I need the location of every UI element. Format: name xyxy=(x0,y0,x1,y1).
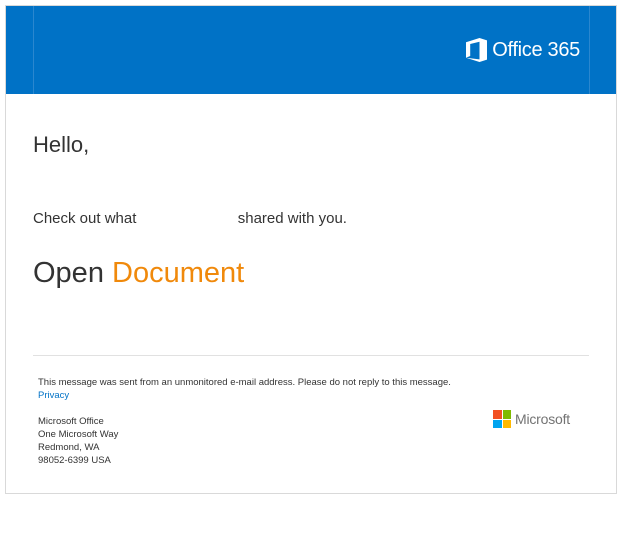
ms-square-yellow xyxy=(502,419,511,428)
share-suffix: shared with you. xyxy=(237,210,347,227)
microsoft-wordmark: Microsoft xyxy=(515,411,570,427)
open-word: Open xyxy=(33,257,104,289)
greeting: Hello, xyxy=(33,132,90,157)
microsoft-squares-icon xyxy=(493,410,511,428)
ms-square-green xyxy=(502,410,511,419)
ms-square-red xyxy=(493,410,502,419)
share-message: Check out what shared with you. xyxy=(33,209,347,229)
office-logo-icon xyxy=(466,38,488,62)
address-line: One Microsoft Way xyxy=(38,429,119,440)
unmonitored-notice: This message was sent from an unmonitore… xyxy=(38,377,451,388)
address-line: Redmond, WA xyxy=(38,442,100,453)
email-card: Office 365 Hello, Check out what shared … xyxy=(5,5,617,494)
microsoft-logo: Microsoft xyxy=(493,410,570,428)
header-banner: Office 365 xyxy=(6,6,616,94)
open-document-link[interactable]: Open Document xyxy=(33,256,244,290)
footer-divider xyxy=(33,355,589,356)
ms-square-blue xyxy=(493,419,502,428)
share-prefix: Check out what xyxy=(33,210,137,227)
banner-divider-right xyxy=(589,6,590,94)
banner-divider-left xyxy=(33,6,34,94)
address-line: Microsoft Office xyxy=(38,416,104,427)
brand-text: Office 365 xyxy=(492,39,580,61)
address-block: Microsoft Office One Microsoft Way Redmo… xyxy=(38,415,118,467)
address-line: 98052-6399 USA xyxy=(38,455,111,466)
office-365-logo: Office 365 xyxy=(466,38,580,62)
document-word: Document xyxy=(112,257,245,289)
privacy-link[interactable]: Privacy xyxy=(38,389,69,402)
